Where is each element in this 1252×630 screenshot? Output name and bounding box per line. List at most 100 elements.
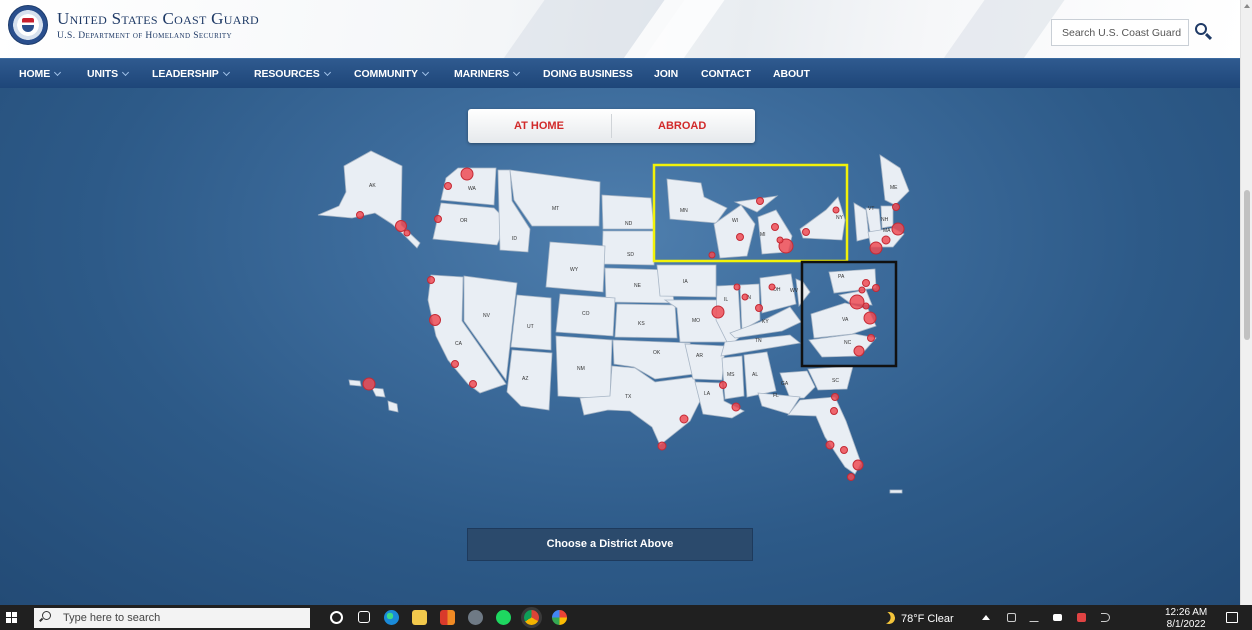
unit-marker[interactable] — [403, 229, 411, 237]
puerto-rico[interactable] — [889, 489, 903, 494]
state-or[interactable] — [432, 202, 508, 246]
nav-item-about[interactable]: ABOUT — [773, 68, 810, 80]
unit-marker[interactable] — [776, 236, 784, 244]
nav-item-mariners[interactable]: MARINERS — [454, 68, 521, 80]
state-me[interactable] — [879, 154, 910, 206]
unit-marker[interactable] — [741, 293, 749, 301]
scrollbar-thumb[interactable] — [1244, 190, 1250, 340]
map-label: ID — [512, 236, 517, 242]
unit-marker[interactable] — [867, 334, 875, 342]
unit-marker[interactable] — [736, 233, 744, 241]
unit-marker[interactable] — [852, 459, 864, 471]
map-label: VT — [868, 206, 874, 212]
cortana-icon[interactable] — [330, 611, 343, 624]
unit-marker[interactable] — [869, 241, 883, 255]
state-mn[interactable] — [666, 178, 728, 224]
nav-item-resources[interactable]: RESOURCES — [254, 68, 331, 80]
state-fl[interactable] — [787, 396, 862, 475]
site-title[interactable]: United States Coast Guard — [57, 9, 259, 29]
unit-marker[interactable] — [872, 284, 880, 292]
unit-marker[interactable] — [708, 251, 716, 259]
unit-marker[interactable] — [892, 203, 900, 211]
nav-item-units[interactable]: UNITS — [87, 68, 130, 80]
unit-marker[interactable] — [719, 381, 727, 389]
unit-marker[interactable] — [825, 440, 835, 450]
unit-marker[interactable] — [862, 302, 870, 310]
tray-app-icon[interactable] — [1007, 613, 1016, 622]
chrome-icon[interactable] — [524, 610, 539, 625]
photos-app-icon[interactable] — [552, 610, 567, 625]
choose-district-button[interactable]: Choose a District Above — [467, 528, 753, 561]
unit-marker[interactable] — [429, 314, 441, 326]
chevron-up-icon[interactable] — [982, 615, 990, 620]
map-label: MN — [680, 208, 688, 214]
unit-marker[interactable] — [657, 441, 667, 451]
unit-marker[interactable] — [444, 182, 452, 190]
edge-browser-icon[interactable] — [384, 610, 399, 625]
unit-marker[interactable] — [853, 345, 865, 357]
pen-icon[interactable] — [1029, 613, 1042, 622]
taskbar-search-box[interactable]: Type here to search — [34, 608, 310, 628]
unit-marker[interactable] — [427, 276, 435, 284]
unit-marker[interactable] — [711, 305, 725, 319]
unit-marker[interactable] — [362, 377, 376, 391]
unit-marker[interactable] — [830, 407, 838, 415]
nav-item-leadership[interactable]: LEADERSHIP — [152, 68, 230, 80]
nav-item-contact[interactable]: CONTACT — [701, 68, 751, 80]
nav-item-join[interactable]: JOIN — [654, 68, 678, 80]
unit-marker[interactable] — [771, 223, 779, 231]
network-icon[interactable] — [1077, 613, 1086, 622]
scroll-up-arrow-icon[interactable] — [1244, 4, 1250, 8]
nav-item-doing-business[interactable]: DOING BUSINESS — [543, 68, 633, 80]
search-button[interactable] — [1192, 20, 1214, 44]
unit-marker[interactable] — [460, 167, 474, 181]
task-view-icon[interactable] — [358, 611, 370, 623]
notification-icon[interactable] — [1226, 612, 1238, 623]
unit-marker[interactable] — [831, 393, 839, 401]
file-explorer-icon[interactable] — [412, 610, 427, 625]
unit-marker[interactable] — [756, 197, 764, 205]
unit-marker[interactable] — [847, 473, 855, 481]
unit-marker[interactable] — [356, 211, 364, 219]
unit-marker[interactable] — [832, 206, 840, 214]
state-al[interactable] — [743, 351, 777, 398]
nav-item-home[interactable]: HOME — [19, 68, 62, 80]
unit-marker[interactable] — [858, 286, 866, 294]
unit-marker[interactable] — [469, 380, 477, 388]
map-label: CO — [582, 311, 590, 317]
state-sd[interactable] — [601, 230, 655, 266]
search-box[interactable] — [1051, 19, 1190, 46]
state-az[interactable] — [506, 349, 553, 411]
unit-marker[interactable] — [768, 283, 776, 291]
uscg-seal-logo[interactable] — [8, 5, 48, 45]
battery-icon[interactable] — [1053, 614, 1062, 621]
volume-icon[interactable] — [1101, 613, 1110, 622]
search-input[interactable] — [1052, 20, 1190, 45]
unit-marker[interactable] — [434, 215, 442, 223]
map-label: LA — [704, 391, 711, 397]
unit-marker[interactable] — [891, 222, 905, 236]
page-scrollbar[interactable] — [1240, 0, 1252, 605]
taskbar-weather[interactable]: 78°F Clear — [883, 612, 954, 625]
windows-start-icon[interactable] — [6, 612, 18, 624]
unit-marker[interactable] — [802, 228, 810, 236]
unit-marker[interactable] — [733, 283, 741, 291]
unit-marker[interactable] — [849, 294, 865, 310]
office-icon[interactable] — [440, 610, 455, 625]
nav-item-community[interactable]: COMMUNITY — [354, 68, 429, 80]
unit-marker[interactable] — [840, 446, 848, 454]
spotify-icon[interactable] — [496, 610, 511, 625]
unit-marker[interactable] — [862, 279, 870, 287]
unit-marker[interactable] — [451, 360, 459, 368]
unit-marker[interactable] — [863, 311, 877, 325]
taskbar-clock[interactable]: 12:26 AM 8/1/2022 — [1165, 607, 1207, 630]
unit-marker[interactable] — [395, 220, 407, 232]
state-ks[interactable] — [614, 303, 678, 339]
unit-marker[interactable] — [679, 414, 689, 424]
app-icon[interactable] — [468, 610, 483, 625]
state-ut[interactable] — [510, 294, 552, 351]
unit-marker[interactable] — [881, 235, 891, 245]
unit-marker[interactable] — [731, 402, 741, 412]
unit-marker[interactable] — [755, 304, 763, 312]
state-mt[interactable] — [509, 169, 601, 227]
